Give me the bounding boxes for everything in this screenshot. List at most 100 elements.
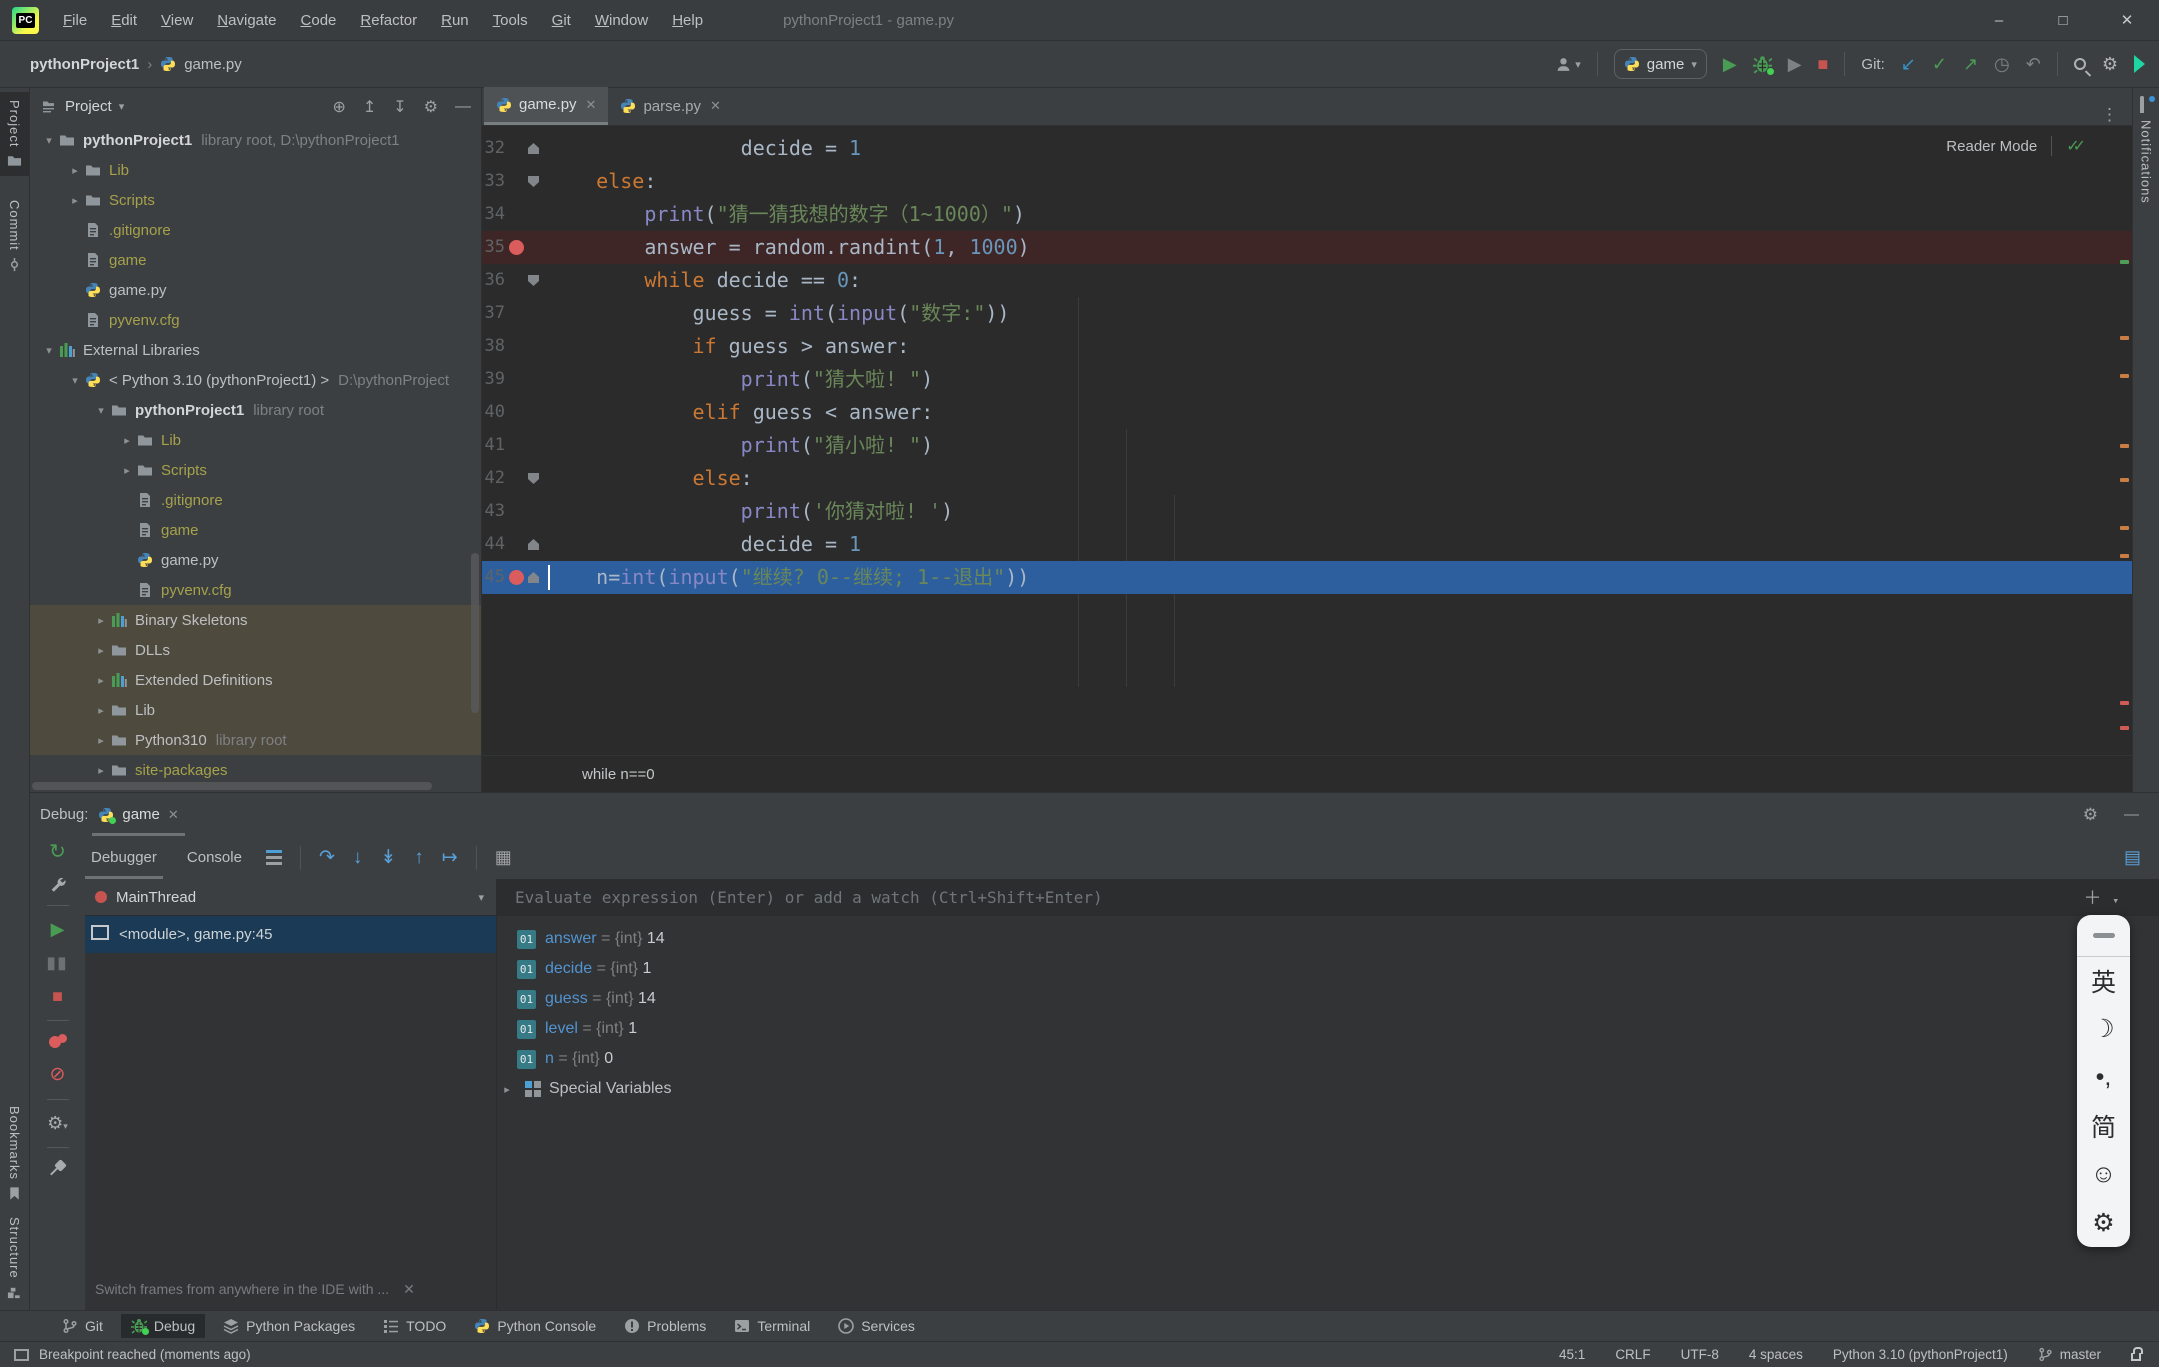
tool-button-project[interactable]: Project [0, 92, 29, 177]
tree-item-pythonproject1[interactable]: ▾ pythonProject1 library root, D:\pythonPr… [30, 125, 481, 155]
thread-selector[interactable]: MainThread ▾ [85, 879, 496, 916]
ime-minimize-button[interactable] [2077, 915, 2130, 957]
stop-debug-button[interactable]: ■ [52, 986, 63, 1007]
chevron-right-icon[interactable]: ▸ [92, 614, 110, 627]
line-number[interactable]: 38 [482, 330, 505, 363]
code-line-39[interactable]: 39 print("猜大啦! ") [482, 363, 2132, 396]
code-line-33[interactable]: 33 else: [482, 165, 2132, 198]
close-session-icon[interactable]: ✕ [168, 807, 179, 823]
ime-english-mode-button[interactable]: 英 [2077, 957, 2130, 1005]
panel-options-button[interactable]: ⚙ [424, 97, 438, 117]
tree-item-pyvenv.cfg[interactable]: pyvenv.cfg [30, 305, 481, 335]
breadcrumb-project[interactable]: pythonProject1 [30, 56, 139, 73]
minimize-button[interactable]: – [1967, 0, 2031, 40]
tree-vertical-scrollbar[interactable] [471, 553, 479, 713]
hide-debug-panel-icon[interactable]: — [2124, 806, 2139, 823]
menu-git[interactable]: Git [542, 6, 581, 35]
breadcrumb-file[interactable]: game.py [184, 56, 242, 73]
tool-button-structure[interactable]: Structure [0, 1209, 29, 1308]
run-with-coverage-button[interactable]: ▶ [1788, 55, 1802, 73]
tree-item-scripts[interactable]: ▸ Scripts [30, 455, 481, 485]
pin-tab-button[interactable] [51, 1161, 65, 1175]
menu-run[interactable]: Run [431, 6, 479, 35]
code-with-me-button[interactable]: ▾ [1555, 56, 1581, 73]
fold-marker-icon[interactable] [528, 176, 539, 187]
chevron-right-icon[interactable]: ▸ [92, 734, 110, 747]
stripe-mark[interactable] [2120, 726, 2129, 730]
step-into-button[interactable]: ↓ [353, 847, 363, 869]
stripe-mark[interactable] [2120, 374, 2129, 378]
tree-horizontal-scrollbar[interactable] [32, 782, 432, 790]
rerun-button[interactable]: ↻ [49, 842, 66, 862]
dismiss-hint-icon[interactable]: ✕ [403, 1281, 415, 1298]
code-line-41[interactable]: 41 print("猜小啦! ") [482, 429, 2132, 462]
code-line-44[interactable]: 44 decide = 1 [482, 528, 2132, 561]
line-number[interactable]: 45 [482, 561, 505, 594]
breakpoint-icon[interactable] [509, 570, 524, 585]
tree-item-.gitignore[interactable]: .gitignore [30, 485, 481, 515]
fold-marker-icon[interactable] [528, 275, 539, 286]
code-line-37[interactable]: 37 guess = int(input("数字:")) [482, 297, 2132, 330]
fold-marker-icon[interactable] [528, 473, 539, 484]
tree-item--python-3.10-pythonproject1-[interactable]: ▾ < Python 3.10 (pythonProject1) > D:\pyth… [30, 365, 481, 395]
special-variables-row[interactable]: ▸ Special Variables [497, 1074, 2159, 1104]
git-history-button[interactable]: ◷ [1994, 55, 2010, 73]
git-commit-button[interactable]: ✓ [1932, 55, 1947, 73]
tree-item-binary-skeletons[interactable]: ▸ Binary Skeletons [30, 605, 481, 635]
tree-item-external-libraries[interactable]: ▾ External Libraries [30, 335, 481, 365]
variable-row-level[interactable]: 01 level = {int} 1 [517, 1014, 2159, 1044]
close-tab-icon[interactable]: ✕ [586, 97, 597, 113]
code-line-35[interactable]: 35 answer = random.randint(1, 1000) [482, 231, 2132, 264]
tool-button-todo[interactable]: TODO [373, 1314, 456, 1338]
toolbox-icon[interactable] [2134, 55, 2145, 73]
code-line-40[interactable]: 40 elif guess < answer: [482, 396, 2132, 429]
stop-button[interactable]: ■ [1818, 55, 1829, 73]
chevron-right-icon[interactable]: ▸ [118, 434, 136, 447]
stripe-mark[interactable] [2120, 554, 2129, 558]
tree-item-site-packages[interactable]: ▸ site-packages [30, 755, 481, 785]
variable-row-n[interactable]: 01 n = {int} 0 [517, 1044, 2159, 1074]
menu-refactor[interactable]: Refactor [350, 6, 427, 35]
status-message[interactable]: Breakpoint reached (moments ago) [14, 1347, 251, 1362]
tree-item-scripts[interactable]: ▸ Scripts [30, 185, 481, 215]
menu-navigate[interactable]: Navigate [207, 6, 286, 35]
line-number[interactable]: 43 [482, 495, 505, 528]
line-number[interactable]: 41 [482, 429, 505, 462]
chevron-right-icon[interactable]: ▸ [66, 164, 84, 177]
maximize-button[interactable]: □ [2031, 0, 2095, 40]
stripe-mark[interactable] [2120, 444, 2129, 448]
chevron-right-icon[interactable]: ▸ [92, 764, 110, 777]
ime-punctuation-mode-button[interactable]: •, [2077, 1054, 2130, 1102]
ime-halfwidth-mode-button[interactable]: ☽ [2077, 1005, 2130, 1053]
debug-settings-wrench-icon[interactable] [49, 875, 66, 892]
menu-tools[interactable]: Tools [483, 6, 538, 35]
step-over-button[interactable]: ↷ [319, 846, 335, 869]
chevron-right-icon[interactable]: ▸ [92, 644, 110, 657]
tool-button-debug[interactable]: Debug [120, 1314, 206, 1338]
mute-breakpoints-button[interactable]: ⊘ [50, 1063, 66, 1086]
menu-help[interactable]: Help [662, 6, 713, 35]
error-stripe[interactable] [2117, 126, 2132, 755]
chevron-right-icon[interactable]: ▸ [66, 194, 84, 207]
tree-item-game.py[interactable]: game.py [30, 275, 481, 305]
stripe-mark[interactable] [2120, 336, 2129, 340]
code-line-38[interactable]: 38 if guess > answer: [482, 330, 2132, 363]
tool-button-bookmarks[interactable]: Bookmarks [0, 1098, 29, 1209]
notifications-bell-icon[interactable] [2139, 96, 2155, 113]
debug-button[interactable] [1753, 55, 1774, 75]
tab-parse-py[interactable]: parse.py ✕ [608, 87, 732, 125]
chevron-right-icon[interactable]: ▸ [92, 704, 110, 717]
line-number[interactable]: 32 [482, 132, 505, 165]
tree-item-game.py[interactable]: game.py [30, 545, 481, 575]
chevron-down-icon[interactable]: ▾ [119, 100, 125, 113]
inspections-ok-icon[interactable]: ✓✓ [2066, 136, 2086, 156]
line-number[interactable]: 36 [482, 264, 505, 297]
breakpoint-icon[interactable] [509, 240, 524, 255]
tab-console[interactable]: Console [181, 836, 248, 879]
tree-item-dlls[interactable]: ▸ DLLs [30, 635, 481, 665]
line-number[interactable]: 35 [482, 231, 505, 264]
stripe-mark[interactable] [2120, 526, 2129, 530]
debugger-settings-button[interactable]: ⚙▾ [47, 1113, 68, 1134]
tree-item-lib[interactable]: ▸ Lib [30, 425, 481, 455]
menu-view[interactable]: View [151, 6, 203, 35]
